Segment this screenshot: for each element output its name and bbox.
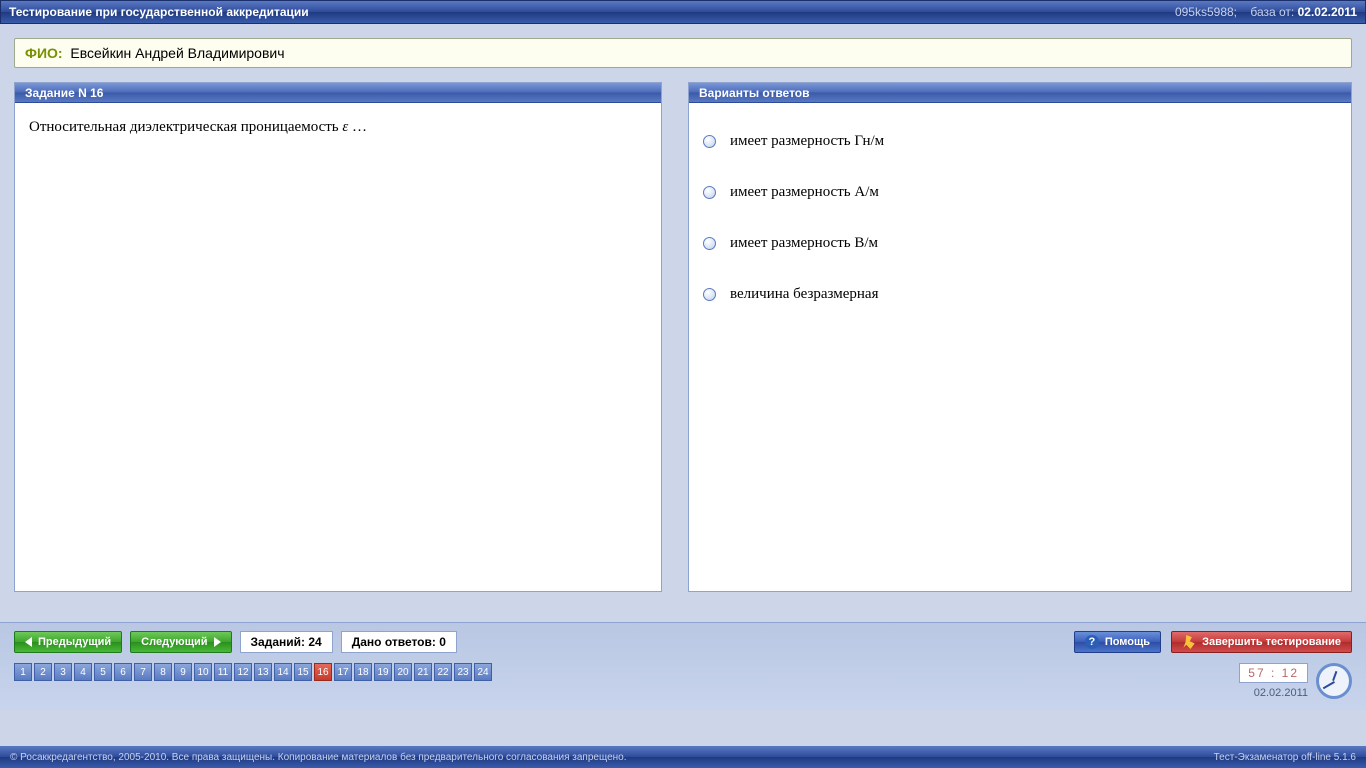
prev-button[interactable]: Предыдущий [14,631,122,653]
nav-question-19[interactable]: 19 [374,663,392,681]
app-title: Тестирование при государственной аккреди… [9,5,309,19]
radio-icon [703,288,716,301]
nav-question-24[interactable]: 24 [474,663,492,681]
radio-icon [703,237,716,250]
nav-question-9[interactable]: 9 [174,663,192,681]
radio-icon [703,135,716,148]
nav-question-16[interactable]: 16 [314,663,332,681]
nav-question-22[interactable]: 22 [434,663,452,681]
help-icon: ? [1085,635,1099,649]
radio-icon [703,186,716,199]
answered-box: Дано ответов: 0 [341,631,457,653]
question-nav: 123456789101112131415161718192021222324 [14,663,1352,681]
fio-box: ФИО: Евсейкин Андрей Владимирович [14,38,1352,68]
app-version: Тест-Экзаменатор off-line 5.1.6 [1214,752,1356,763]
nav-question-3[interactable]: 3 [54,663,72,681]
answer-option-2[interactable]: имеет размерность А/м [703,184,1337,201]
arrow-left-icon [25,637,32,647]
clock-area: 57 : 12 02.02.2011 [1239,663,1352,699]
nav-question-21[interactable]: 21 [414,663,432,681]
nav-question-20[interactable]: 20 [394,663,412,681]
answer-option-1[interactable]: имеет размерность Гн/м [703,133,1337,150]
nav-question-1[interactable]: 1 [14,663,32,681]
runner-icon [1182,635,1196,649]
nav-question-4[interactable]: 4 [74,663,92,681]
question-panel: Задание N 16 Относительная диэлектрическ… [14,82,662,592]
copyright-text: © Росаккредагентство, 2005-2010. Все пра… [10,752,627,763]
nav-question-5[interactable]: 5 [94,663,112,681]
nav-question-12[interactable]: 12 [234,663,252,681]
answers-header: Варианты ответов [689,83,1351,103]
bottom-bar: Предыдущий Следующий Заданий: 24 Дано от… [0,622,1366,710]
answer-option-3[interactable]: имеет размерность В/м [703,235,1337,252]
answer-option-4[interactable]: величина безразмерная [703,286,1337,303]
nav-question-11[interactable]: 11 [214,663,232,681]
next-button[interactable]: Следующий [130,631,231,653]
nav-question-17[interactable]: 17 [334,663,352,681]
answer-text: имеет размерность А/м [730,184,879,201]
nav-question-8[interactable]: 8 [154,663,172,681]
answers-panel: Варианты ответов имеет размерность Гн/м и… [688,82,1352,592]
nav-question-2[interactable]: 2 [34,663,52,681]
answer-text: имеет размерность В/м [730,235,878,252]
nav-question-6[interactable]: 6 [114,663,132,681]
nav-question-13[interactable]: 13 [254,663,272,681]
finish-button[interactable]: Завершить тестирование [1171,631,1352,653]
footer-bar: © Росаккредагентство, 2005-2010. Все пра… [0,746,1366,768]
session-info: 095ks5988; база от: 02.02.2011 [1175,5,1357,19]
total-tasks-box: Заданий: 24 [240,631,333,653]
question-header: Задание N 16 [15,83,661,103]
answer-text: имеет размерность Гн/м [730,133,884,150]
fio-value: Евсейкин Андрей Владимирович [70,45,284,61]
nav-question-7[interactable]: 7 [134,663,152,681]
nav-question-15[interactable]: 15 [294,663,312,681]
current-date: 02.02.2011 [1254,687,1308,699]
nav-question-23[interactable]: 23 [454,663,472,681]
nav-question-10[interactable]: 10 [194,663,212,681]
arrow-right-icon [214,637,221,647]
nav-question-14[interactable]: 14 [274,663,292,681]
clock-icon [1316,663,1352,699]
fio-label: ФИО: [25,45,63,61]
help-button[interactable]: ? Помощь [1074,631,1161,653]
time-remaining: 57 : 12 [1239,663,1308,683]
question-text: Относительная диэлектрическая проницаемо… [29,117,647,138]
title-bar: Тестирование при государственной аккреди… [0,0,1366,24]
answer-text: величина безразмерная [730,286,878,303]
nav-question-18[interactable]: 18 [354,663,372,681]
